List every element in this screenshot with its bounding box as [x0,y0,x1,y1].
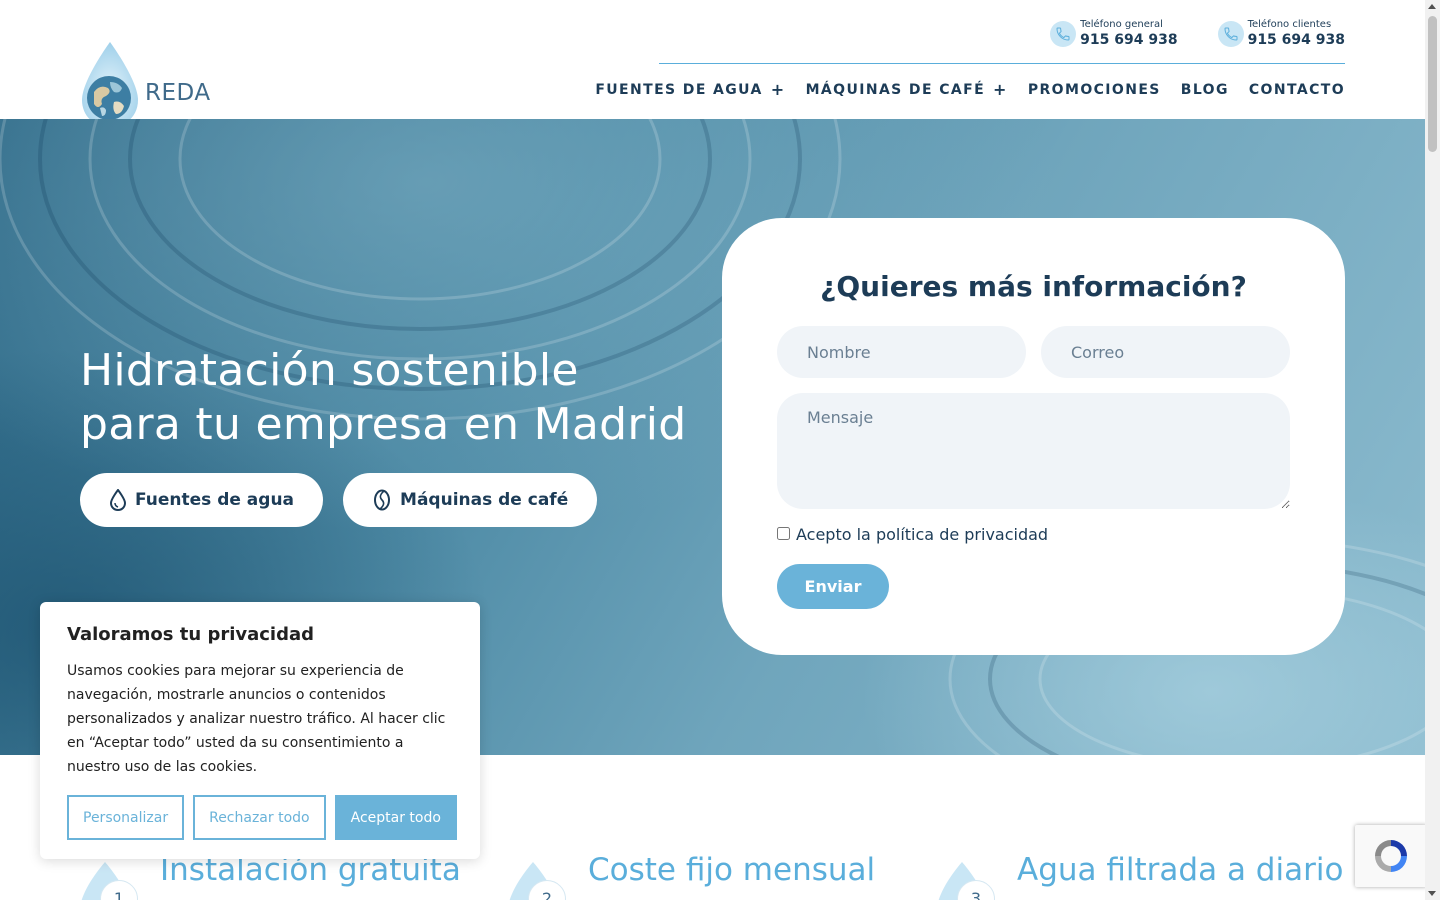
feature-agua-filtrada: 3 Agua filtrada a diario [937,850,1343,900]
cookie-title: Valoramos tu privacidad [67,624,315,645]
scroll-thumb[interactable] [1428,16,1437,152]
feature-coste: 2 Coste fijo mensual [508,850,875,900]
hero-title-line-1: Hidratación sostenible [80,345,579,396]
feature-title: Coste fijo mensual [588,852,876,888]
email-input[interactable] [1041,326,1290,378]
water-drop-icon [109,489,127,511]
button-label: Máquinas de café [400,490,569,510]
accept-cookies-button[interactable]: Aceptar todo [334,795,457,840]
cookie-text: Usamos cookies para mejorar su experienc… [67,663,446,775]
send-button[interactable]: Enviar [777,564,889,609]
feature-drop-icon: 3 [937,850,1007,900]
reject-cookies-button[interactable]: Rechazar todo [193,795,326,840]
hero-title: Hidratación sostenible para tu empresa e… [80,344,687,452]
main-nav: FUENTES DE AGUA + MÁQUINAS DE CAFÉ + PRO… [595,80,1345,99]
cookie-buttons: Personalizar Rechazar todo Aceptar todo [67,795,457,840]
phone-general[interactable]: Teléfono general 915 694 938 [1050,18,1178,50]
phone-clients[interactable]: Teléfono clientes 915 694 938 [1217,18,1345,50]
maquinas-de-cafe-button[interactable]: Máquinas de café [343,473,598,527]
nav-item-promociones[interactable]: PROMOCIONES [1028,80,1161,99]
nav-item-label: FUENTES DE AGUA [595,81,763,98]
recaptcha-badge[interactable] [1355,825,1427,887]
form-title: ¿Quieres más información? [820,270,1247,303]
phone-label: Teléfono clientes [1247,19,1332,30]
feature-drop-icon: 2 [508,850,578,900]
privacy-checkbox[interactable] [777,527,790,540]
button-label: Fuentes de agua [135,490,295,510]
nav-item-maquinas-de-cafe[interactable]: MÁQUINAS DE CAFÉ + [806,80,1008,99]
privacy-label: Acepto la política de privacidad [796,525,1049,544]
coffee-bean-icon [374,489,391,511]
nav-item-label: PROMOCIONES [1027,81,1161,98]
page-scrollbar[interactable] [1425,0,1440,900]
privacy-consent[interactable]: Acepto la política de privacidad [777,525,1048,544]
customize-cookies-button[interactable]: Personalizar [67,795,185,840]
hero-buttons: Fuentes de agua Máquinas de café [80,473,598,527]
logo[interactable]: REDA [80,40,220,130]
nav-item-fuentes-de-agua[interactable]: FUENTES DE AGUA + [595,80,785,99]
scroll-up-arrow-icon[interactable] [1428,4,1436,9]
hero-title-line-2: para tu empresa en Madrid [80,399,687,450]
name-input[interactable] [777,326,1026,378]
logo-drop-icon [82,42,138,127]
plus-icon[interactable]: + [993,80,1008,99]
recaptcha-icon [1375,840,1407,872]
nav-item-contacto[interactable]: CONTACTO [1249,80,1345,99]
scroll-down-arrow-icon[interactable] [1428,891,1436,896]
message-textarea[interactable] [777,393,1290,509]
phone-icon [1050,21,1077,47]
phone-label: Teléfono general [1080,19,1163,30]
site-header: REDA Teléfono general 915 694 938 Teléfo… [0,0,1425,127]
phone-contacts: Teléfono general 915 694 938 Teléfono cl… [1050,18,1345,50]
nav-item-label: CONTACTO [1248,81,1345,98]
nav-item-blog[interactable]: BLOG [1181,80,1229,99]
plus-icon[interactable]: + [771,80,786,99]
header-divider [659,63,1345,64]
phone-number[interactable]: 915 694 938 [1080,31,1177,50]
feature-title: Agua filtrada a diario [1017,852,1344,888]
phone-icon [1217,21,1244,47]
nav-item-label: BLOG [1180,81,1229,98]
contact-form-card: ¿Quieres más información? Acepto la polí… [722,218,1345,655]
logo-text: REDA [145,80,211,106]
nav-item-label: MÁQUINAS DE CAFÉ [805,81,986,98]
phone-number[interactable]: 915 694 938 [1248,31,1345,50]
cookie-consent-banner: Valoramos tu privacidad Usamos cookies p… [40,602,480,859]
fuentes-de-agua-button[interactable]: Fuentes de agua [80,473,324,527]
